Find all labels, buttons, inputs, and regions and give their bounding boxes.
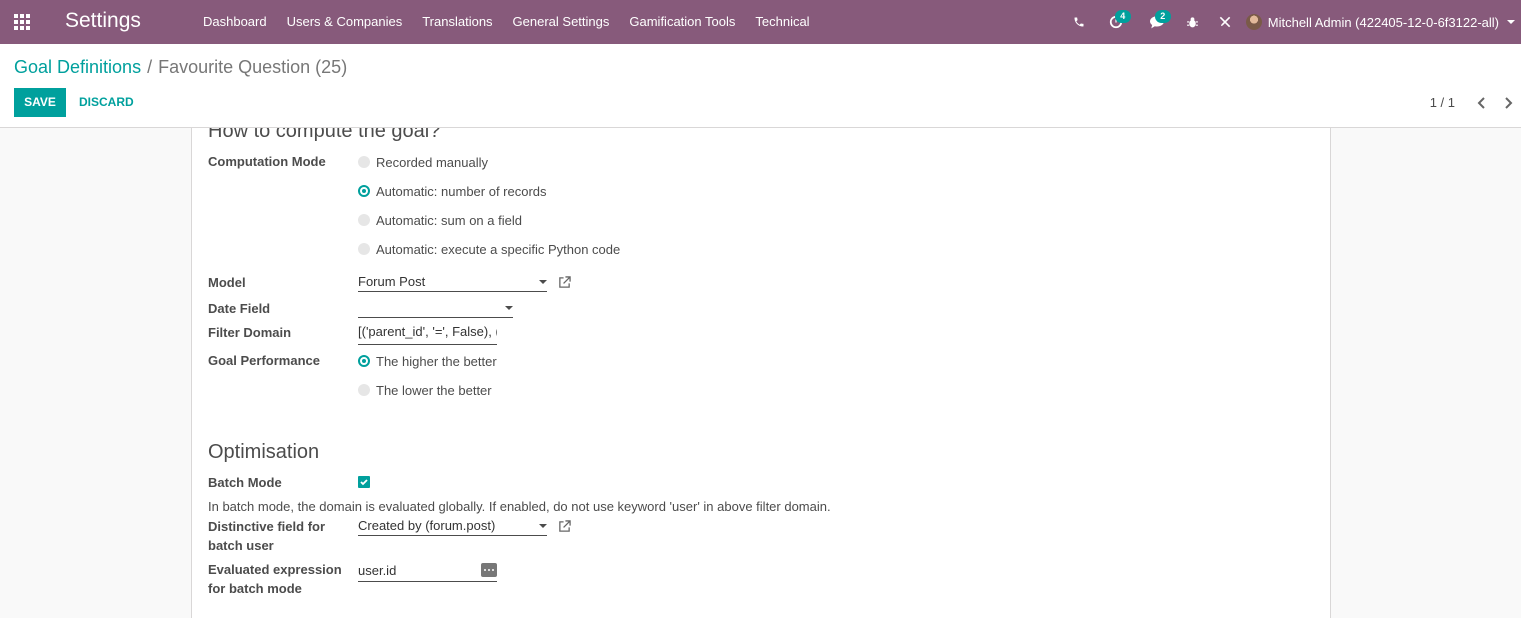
radio-automatic-sum-on-field[interactable]: Automatic: sum on a field bbox=[358, 211, 522, 229]
menu-general-settings[interactable]: General Settings bbox=[503, 0, 620, 44]
breadcrumb: Goal Definitions / Favourite Question (25) bbox=[14, 57, 347, 78]
date-field-select[interactable] bbox=[358, 299, 513, 318]
menu-gamification-tools[interactable]: Gamification Tools bbox=[619, 0, 745, 44]
radio-label: Automatic: execute a specific Python cod… bbox=[376, 241, 621, 257]
radio-button[interactable] bbox=[358, 214, 370, 226]
top-navbar: Settings Dashboard Users & Companies Tra… bbox=[0, 0, 1521, 44]
radio-button[interactable] bbox=[358, 156, 370, 168]
radio-button-checked[interactable] bbox=[358, 185, 370, 197]
date-field-label: Date Field bbox=[208, 301, 271, 316]
radio-automatic-number-of-records[interactable]: Automatic: number of records bbox=[358, 182, 547, 200]
user-menu[interactable]: Mitchell Admin (422405-12-0-6f3122-all) bbox=[1242, 0, 1521, 44]
model-value: Forum Post bbox=[358, 274, 426, 289]
evaluated-expression-label-line1: Evaluated expression bbox=[208, 562, 342, 577]
phone-button[interactable] bbox=[1062, 0, 1096, 44]
pager-next-button[interactable] bbox=[1495, 88, 1521, 117]
tools-icon bbox=[1219, 16, 1231, 28]
evaluated-expression-label: Evaluated expression for batch mode bbox=[208, 560, 342, 598]
menu-technical[interactable]: Technical bbox=[745, 0, 819, 44]
debug-button[interactable] bbox=[1178, 0, 1208, 44]
discard-button[interactable]: DISCARD bbox=[72, 88, 141, 117]
bug-icon bbox=[1187, 16, 1199, 27]
caret-down-icon bbox=[505, 306, 513, 310]
radio-button[interactable] bbox=[358, 384, 370, 396]
dot-icon bbox=[484, 569, 486, 571]
breadcrumb-current: Favourite Question (25) bbox=[158, 57, 348, 77]
caret-down-icon bbox=[539, 524, 547, 528]
breadcrumb-separator: / bbox=[147, 57, 153, 77]
filter-domain-label: Filter Domain bbox=[208, 325, 292, 340]
distinctive-field-external-link-button[interactable] bbox=[558, 520, 572, 534]
messages-count-badge: 2 bbox=[1154, 10, 1171, 23]
radio-button[interactable] bbox=[358, 243, 370, 255]
save-button[interactable]: SAVE bbox=[14, 88, 66, 117]
batch-mode-label: Batch Mode bbox=[208, 475, 282, 490]
menu-users-companies[interactable]: Users & Companies bbox=[277, 0, 413, 44]
caret-down-icon bbox=[539, 280, 547, 284]
model-select[interactable]: Forum Post bbox=[358, 273, 547, 292]
pager: 1 / 1 bbox=[1430, 88, 1521, 117]
code-editor-button[interactable] bbox=[481, 563, 497, 577]
radio-lower-better[interactable]: The lower the better bbox=[358, 381, 492, 399]
activities-button[interactable]: 4 bbox=[1096, 0, 1136, 44]
pager-value[interactable]: 1 / 1 bbox=[1430, 95, 1455, 110]
computation-mode-label: Computation Mode bbox=[208, 154, 326, 169]
chevron-right-icon bbox=[1505, 96, 1513, 109]
evaluated-expression-input[interactable]: user.id bbox=[358, 562, 497, 582]
user-name: Mitchell Admin (422405-12-0-6f3122-all) bbox=[1267, 14, 1499, 30]
evaluated-expression-label-line2: for batch mode bbox=[208, 581, 302, 596]
apps-menu-icon[interactable] bbox=[14, 14, 32, 30]
optimisation-section-title: Optimisation bbox=[208, 441, 320, 463]
activities-count-badge: 4 bbox=[1114, 10, 1131, 23]
radio-automatic-python-code[interactable]: Automatic: execute a specific Python cod… bbox=[358, 240, 620, 258]
pager-previous-button[interactable] bbox=[1469, 88, 1495, 117]
external-link-icon bbox=[559, 276, 571, 288]
model-external-link-button[interactable] bbox=[558, 276, 572, 290]
avatar bbox=[1245, 14, 1262, 30]
batch-mode-checkbox[interactable] bbox=[358, 476, 370, 488]
radio-label: Automatic: number of records bbox=[376, 183, 547, 199]
distinctive-field-select[interactable]: Created by (forum.post) bbox=[358, 517, 547, 536]
filter-domain-input[interactable]: [('parent_id', '=', False), ('t bbox=[358, 323, 497, 345]
radio-button-checked[interactable] bbox=[358, 355, 370, 367]
goal-performance-label: Goal Performance bbox=[208, 353, 320, 368]
radio-label: Automatic: sum on a field bbox=[376, 212, 522, 228]
dot-icon bbox=[488, 569, 490, 571]
control-panel: Goal Definitions / Favourite Question (25)… bbox=[0, 44, 1521, 128]
radio-higher-better[interactable]: The higher the better bbox=[358, 352, 497, 370]
app-brand[interactable]: Settings bbox=[65, 9, 141, 33]
model-label: Model bbox=[208, 275, 246, 290]
checkmark-icon bbox=[360, 479, 368, 486]
menu-translations[interactable]: Translations bbox=[412, 0, 502, 44]
messages-button[interactable]: 2 bbox=[1136, 0, 1178, 44]
evaluated-expression-value: user.id bbox=[358, 563, 397, 578]
radio-label: The higher the better bbox=[376, 353, 497, 369]
breadcrumb-goal-definitions[interactable]: Goal Definitions bbox=[14, 57, 141, 77]
distinctive-field-label-line2: batch user bbox=[208, 538, 274, 553]
main-menu: Dashboard Users & Companies Translations… bbox=[193, 0, 820, 44]
radio-label: The lower the better bbox=[376, 382, 492, 398]
radio-recorded-manually[interactable]: Recorded manually bbox=[358, 153, 488, 171]
phone-icon bbox=[1074, 17, 1084, 27]
distinctive-field-label-line1: Distinctive field for bbox=[208, 519, 326, 534]
tools-button[interactable] bbox=[1208, 0, 1242, 44]
caret-down-icon bbox=[1507, 20, 1515, 24]
external-link-icon bbox=[559, 520, 571, 532]
systray: 4 2 Mitchell Admin (422405-12-0-6f3122-a… bbox=[1062, 0, 1521, 44]
chevron-left-icon bbox=[1477, 96, 1485, 109]
batch-mode-help-text: In batch mode, the domain is evaluated g… bbox=[208, 499, 831, 514]
distinctive-field-label: Distinctive field for batch user bbox=[208, 517, 325, 555]
distinctive-field-value: Created by (forum.post) bbox=[358, 518, 496, 533]
compute-section-title: How to compute the goal? bbox=[208, 128, 441, 142]
dot-icon bbox=[492, 569, 494, 571]
radio-label: Recorded manually bbox=[376, 154, 489, 170]
menu-dashboard[interactable]: Dashboard bbox=[193, 0, 277, 44]
form-sheet: How to compute the goal? Computation Mod… bbox=[191, 128, 1331, 618]
